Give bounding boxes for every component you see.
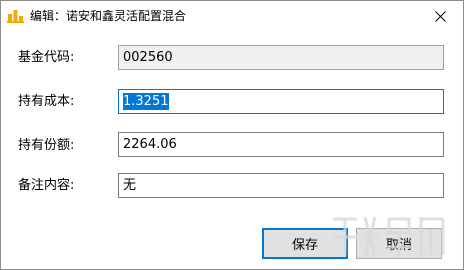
holding-cost-field[interactable]: 1.3251 (118, 89, 444, 114)
title-bar[interactable]: 编辑：诺安和鑫灵活配置混合 (1, 1, 463, 31)
edit-dialog-window: 编辑：诺安和鑫灵活配置混合 基金代码: 002560 持有成本: 1.3251 … (0, 0, 464, 270)
bar-chart-icon (7, 8, 24, 23)
fund-code-label: 基金代码: (18, 50, 75, 65)
remarks-label: 备注内容: (18, 178, 75, 193)
window-title: 编辑：诺安和鑫灵活配置混合 (30, 9, 187, 23)
remarks-field[interactable]: 无 (118, 173, 444, 198)
holding-cost-label: 持有成本: (18, 94, 75, 109)
cancel-button[interactable]: 取消 (356, 228, 442, 259)
fund-code-field[interactable]: 002560 (118, 45, 444, 70)
holding-shares-field[interactable]: 2264.06 (118, 132, 444, 157)
close-button[interactable] (417, 1, 463, 31)
close-icon (434, 10, 446, 22)
holding-cost-value: 1.3251 (123, 93, 169, 110)
save-button[interactable]: 保存 (262, 228, 348, 259)
holding-shares-label: 持有份额: (18, 138, 75, 153)
